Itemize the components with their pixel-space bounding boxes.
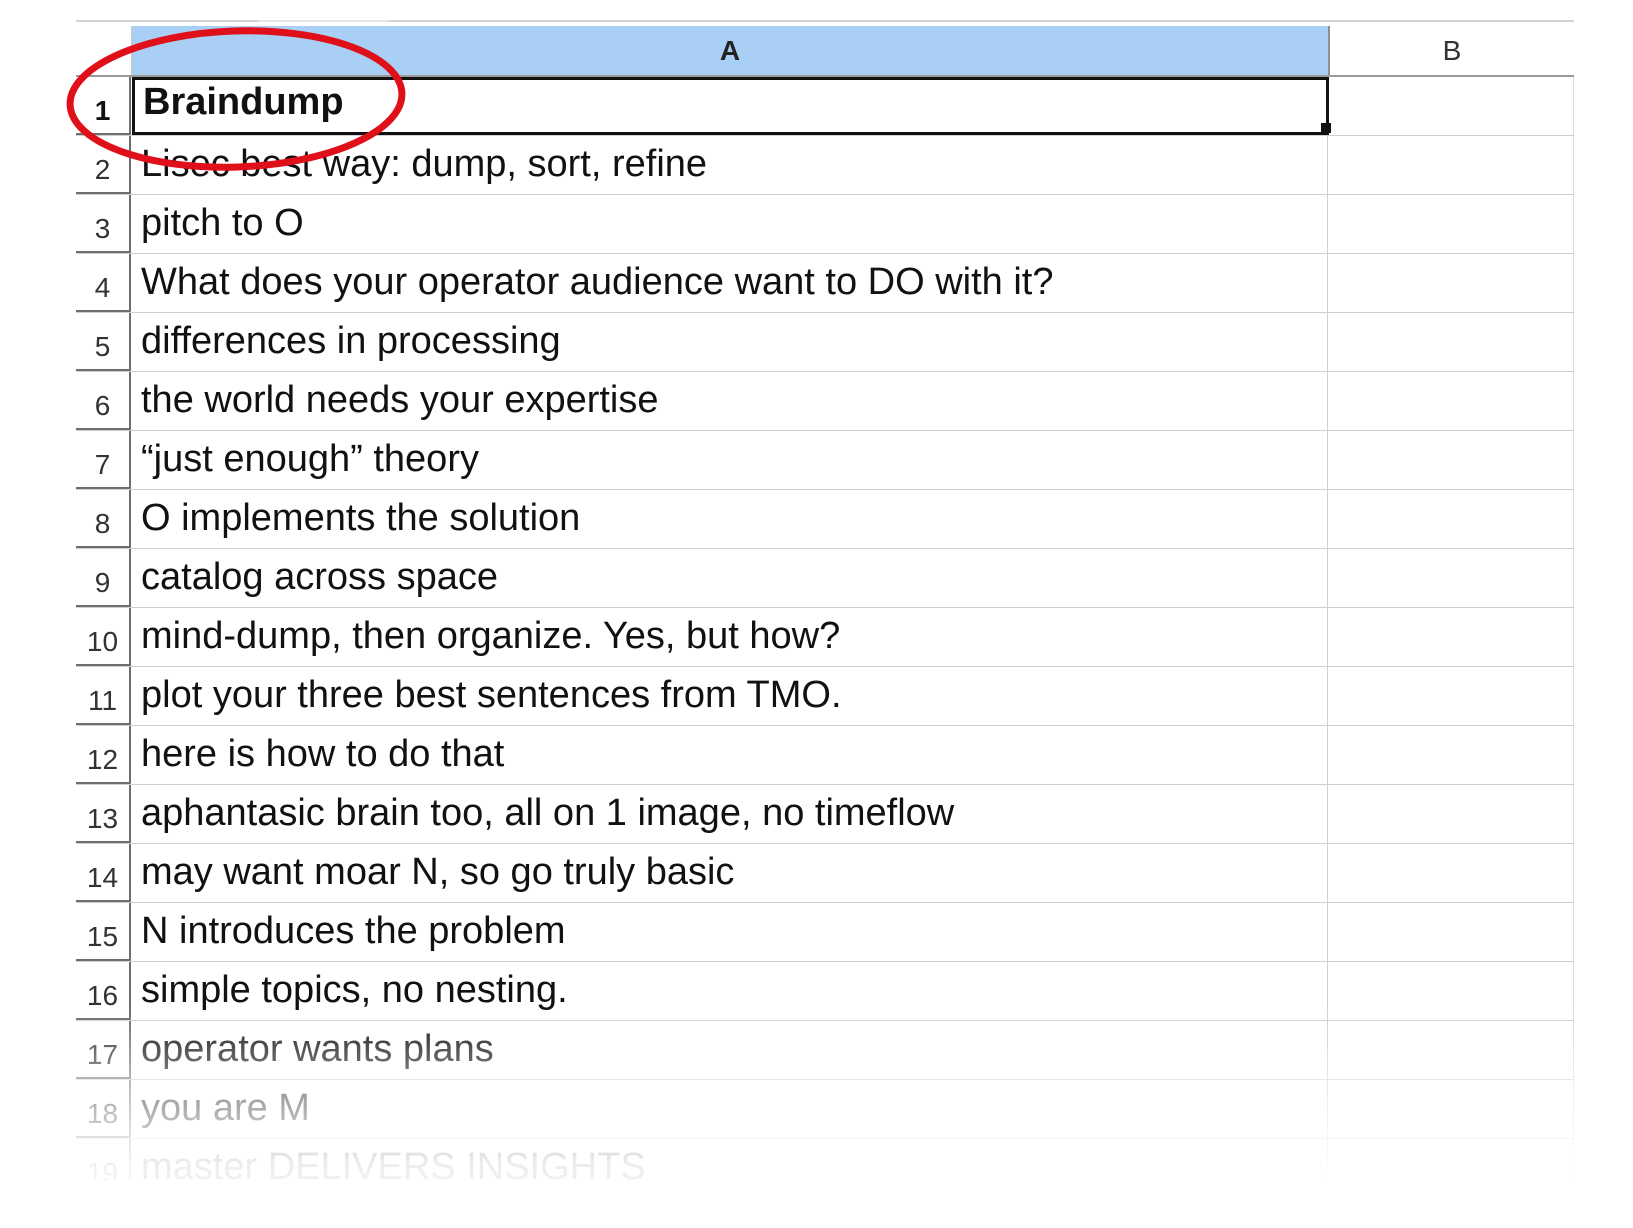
table-row: 15 N introduces the problem — [76, 903, 1574, 962]
toolbar-edge-segment — [76, 20, 259, 22]
table-row: 19 master DELIVERS INSIGHTS — [76, 1139, 1574, 1180]
cell-b[interactable] — [1330, 77, 1574, 135]
cell-b[interactable] — [1330, 667, 1574, 725]
row-header[interactable]: 8 — [76, 490, 131, 548]
table-row: 2 Lisec best way: dump, sort, refine — [76, 136, 1574, 195]
table-row: 13 aphantasic brain too, all on 1 image, … — [76, 785, 1574, 844]
column-header-row: A B — [76, 26, 1574, 77]
cell-a[interactable]: here is how to do that — [133, 726, 1328, 784]
cell-a[interactable]: operator wants plans — [133, 1021, 1328, 1079]
row-header[interactable]: 5 — [76, 313, 131, 371]
cell-b[interactable] — [1330, 313, 1574, 371]
cell-a[interactable]: may want moar N, so go truly basic — [133, 844, 1328, 902]
cell-a[interactable]: aphantasic brain too, all on 1 image, no… — [133, 785, 1328, 843]
screenshot-stage: A B 1 Braindump 2 Lisec best way: dump, sor… — [0, 0, 1633, 1228]
table-row: 18 you are M — [76, 1080, 1574, 1139]
row-header[interactable]: 7 — [76, 431, 131, 489]
cell-a[interactable]: catalog across space — [133, 549, 1328, 607]
cell-a[interactable]: Lisec best way: dump, sort, refine — [133, 136, 1328, 194]
row-header[interactable]: 16 — [76, 962, 131, 1020]
cell-a[interactable]: mind-dump, then organize. Yes, but how? — [133, 608, 1328, 666]
cell-grid: 1 Braindump 2 Lisec best way: dump, sort, r… — [76, 77, 1574, 1180]
table-row: 1 Braindump — [76, 77, 1574, 136]
table-row: 14 may want moar N, so go truly basic — [76, 844, 1574, 903]
table-row: 10 mind-dump, then organize. Yes, but how… — [76, 608, 1574, 667]
toolbar-edge-segment — [388, 20, 1574, 22]
row-header[interactable]: 19 — [76, 1139, 131, 1180]
cell-a1-selected[interactable]: Braindump — [132, 77, 1329, 135]
cell-b[interactable] — [1330, 785, 1574, 843]
column-header-a[interactable]: A — [132, 26, 1330, 75]
row-header[interactable]: 3 — [76, 195, 131, 253]
spreadsheet: A B 1 Braindump 2 Lisec best way: dump, sor… — [76, 20, 1574, 1180]
cell-b[interactable] — [1330, 1080, 1574, 1138]
cell-b[interactable] — [1330, 136, 1574, 194]
cell-a[interactable]: master DELIVERS INSIGHTS — [133, 1139, 1328, 1180]
table-row: 16 simple topics, no nesting. — [76, 962, 1574, 1021]
cell-a[interactable]: N introduces the problem — [133, 903, 1328, 961]
cell-a[interactable]: “just enough” theory — [133, 431, 1328, 489]
cell-a[interactable]: What does your operator audience want to… — [133, 254, 1328, 312]
row-header[interactable]: 4 — [76, 254, 131, 312]
cell-b[interactable] — [1330, 195, 1574, 253]
cell-b[interactable] — [1330, 1021, 1574, 1079]
cell-b[interactable] — [1330, 608, 1574, 666]
cell-a[interactable]: O implements the solution — [133, 490, 1328, 548]
table-row: 11 plot your three best sentences from TM… — [76, 667, 1574, 726]
table-row: 4 What does your operator audience want t… — [76, 254, 1574, 313]
cell-a[interactable]: plot your three best sentences from TMO. — [133, 667, 1328, 725]
row-header[interactable]: 10 — [76, 608, 131, 666]
cell-b[interactable] — [1330, 254, 1574, 312]
cell-b[interactable] — [1330, 372, 1574, 430]
row-header[interactable]: 12 — [76, 726, 131, 784]
row-header[interactable]: 15 — [76, 903, 131, 961]
column-header-b[interactable]: B — [1330, 26, 1574, 75]
table-row: 3 pitch to O — [76, 195, 1574, 254]
row-header[interactable]: 17 — [76, 1021, 131, 1079]
row-header[interactable]: 2 — [76, 136, 131, 194]
cell-b[interactable] — [1330, 844, 1574, 902]
table-row: 8O implements the solution — [76, 490, 1574, 549]
table-row: 7 “just enough” theory — [76, 431, 1574, 490]
table-row: 5 differences in processing — [76, 313, 1574, 372]
table-row: 12 here is how to do that — [76, 726, 1574, 785]
row-header[interactable]: 13 — [76, 785, 131, 843]
cell-b[interactable] — [1330, 431, 1574, 489]
cell-a[interactable]: pitch to O — [133, 195, 1328, 253]
cell-b[interactable] — [1330, 962, 1574, 1020]
row-header[interactable]: 9 — [76, 549, 131, 607]
cell-a[interactable]: the world needs your expertise — [133, 372, 1328, 430]
cell-a[interactable]: you are M — [133, 1080, 1328, 1138]
row-header[interactable]: 11 — [76, 667, 131, 725]
cell-b[interactable] — [1330, 903, 1574, 961]
row-header[interactable]: 6 — [76, 372, 131, 430]
cell-b[interactable] — [1330, 1139, 1574, 1180]
table-row: 6 the world needs your expertise — [76, 372, 1574, 431]
row-header[interactable]: 14 — [76, 844, 131, 902]
cell-b[interactable] — [1330, 549, 1574, 607]
fill-handle[interactable] — [1321, 123, 1331, 133]
cell-b[interactable] — [1330, 726, 1574, 784]
table-row: 9 catalog across space — [76, 549, 1574, 608]
select-all-corner[interactable] — [76, 26, 132, 75]
cell-b[interactable] — [1330, 490, 1574, 548]
cell-a[interactable]: differences in processing — [133, 313, 1328, 371]
row-header[interactable]: 18 — [76, 1080, 131, 1138]
cell-a[interactable]: simple topics, no nesting. — [133, 962, 1328, 1020]
row-header[interactable]: 1 — [76, 77, 131, 135]
table-row: 17 operator wants plans — [76, 1021, 1574, 1080]
